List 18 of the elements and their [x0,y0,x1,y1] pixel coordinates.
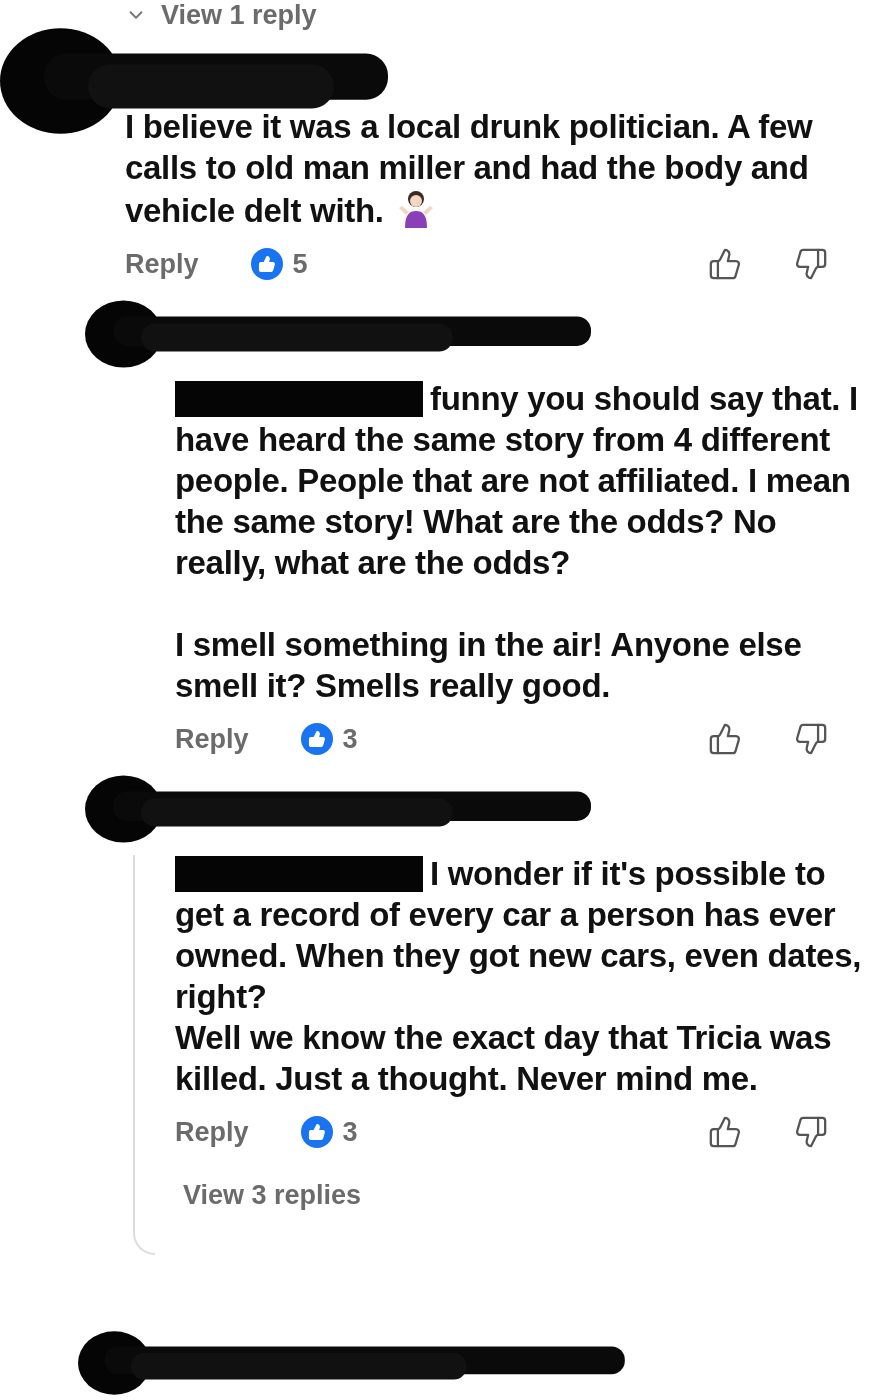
thumbs-down-icon[interactable] [794,247,828,281]
like-badge-icon [300,1116,333,1148]
reply-button[interactable]: Reply [175,1111,249,1153]
like-badge-icon [250,248,283,280]
thumbs-down-icon[interactable] [794,722,828,756]
like-count: 3 [342,722,358,756]
like-count: 5 [292,247,308,281]
reply-button[interactable]: Reply [175,718,249,760]
like-badge-icon [300,723,333,755]
thumbs-up-icon[interactable] [708,247,742,281]
view-replies-link[interactable]: View 3 replies [183,1175,362,1216]
thumbs-up-icon[interactable] [708,722,742,756]
comment-text: I wonder if it's possible to get a record of every car a person has ever owned. When they got new cars, even dates, right? Well we know the exact day that Tricia was killed. Just a thought. Never mind me. [175,853,862,1099]
thumbs-up-icon[interactable] [708,1115,742,1149]
reply-button[interactable]: Reply [125,243,199,285]
like-count: 3 [342,1115,358,1149]
thumbs-down-icon[interactable] [794,1115,828,1149]
comment-text: I believe it was a local drunk politician. A few calls to old man miller and had the body and vehicle delt with. [125,107,814,231]
